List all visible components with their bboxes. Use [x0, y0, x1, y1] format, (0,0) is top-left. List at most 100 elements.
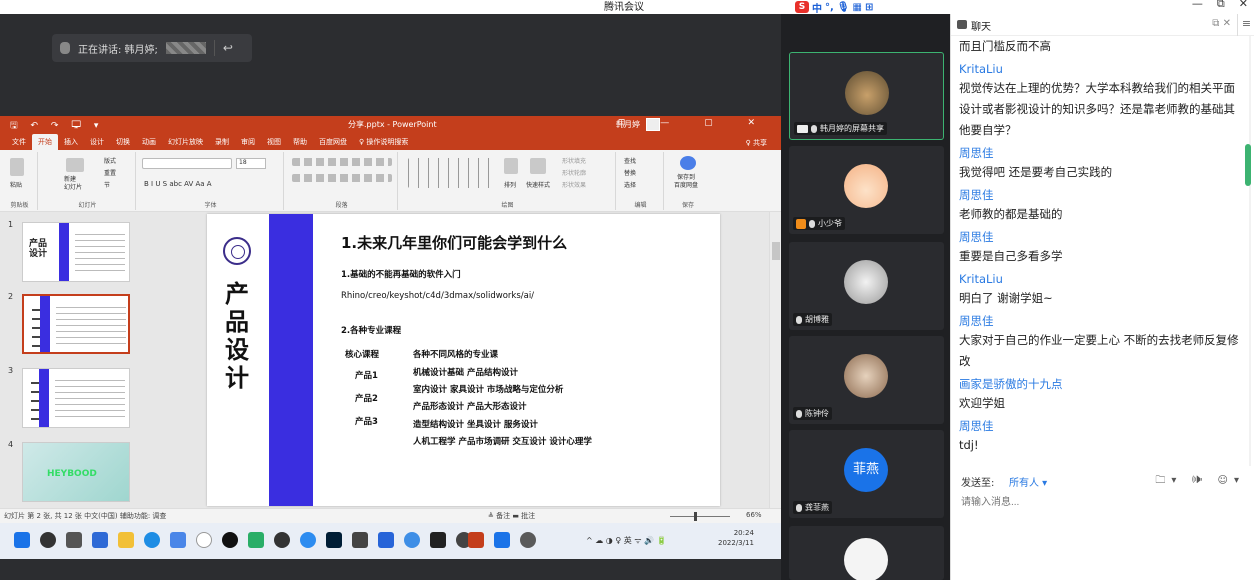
- find-button[interactable]: 查找: [624, 156, 636, 165]
- paste-label[interactable]: 粘贴: [10, 180, 22, 189]
- chat-tools[interactable]: 🗀▾ 🕪 ☺▾: [1155, 473, 1245, 490]
- store-icon[interactable]: [170, 532, 186, 548]
- shape-effect-button[interactable]: 形状效果: [562, 180, 586, 189]
- current-slide[interactable]: 产品设计 1.未来几年里你们可能会学到什么 1.基础的不能再基础的软件入门 Rh…: [207, 214, 720, 506]
- scrollbar-thumb[interactable]: [772, 242, 780, 260]
- font-format-buttons[interactable]: B I U S abc AV Aa A: [144, 180, 212, 188]
- new-slide-icon[interactable]: [66, 158, 84, 172]
- widgets-icon[interactable]: [92, 532, 108, 548]
- tab-design[interactable]: 设计: [84, 134, 110, 150]
- save-to-baidu-button[interactable]: 保存到 百度网盘: [674, 174, 698, 190]
- zoom-level[interactable]: 66%: [746, 511, 762, 519]
- select-button[interactable]: 选择: [624, 180, 636, 189]
- new-slide-button[interactable]: 新建 幻灯片: [64, 176, 82, 192]
- tell-me-search[interactable]: ♀ 操作说明搜索: [353, 134, 414, 150]
- arrange-icon[interactable]: [504, 158, 518, 174]
- start-icon[interactable]: [14, 532, 30, 548]
- baidu-cloud-icon[interactable]: [680, 156, 696, 170]
- ime-toolbar[interactable]: S 中 °, 🎙 ▦ ⊞: [795, 0, 873, 15]
- section-button[interactable]: 节: [104, 180, 110, 189]
- list-buttons[interactable]: [292, 158, 392, 166]
- tab-baidu[interactable]: 百度网盘: [313, 134, 353, 150]
- zoom-slider-knob[interactable]: [694, 512, 697, 521]
- ppt-quick-access[interactable]: 🖫 ↶ ↷ 🖵 ▾: [10, 118, 103, 134]
- maximize-button[interactable]: ⧉: [1217, 0, 1225, 11]
- ime-keyboard-icon[interactable]: ▦: [853, 2, 862, 13]
- close-button[interactable]: ✕: [1239, 0, 1248, 11]
- chrome-icon[interactable]: [196, 532, 212, 548]
- search-icon[interactable]: [40, 532, 56, 548]
- photoshop-icon[interactable]: [326, 532, 342, 548]
- zoom-slider[interactable]: [670, 516, 730, 517]
- system-tray[interactable]: ^ ☁ ◑ ♀ 英 ᯤ 🔊 🔋: [586, 535, 667, 546]
- tab-help[interactable]: 帮助: [287, 134, 313, 150]
- qq-icon[interactable]: [222, 532, 238, 548]
- participant-tile[interactable]: 韩月婷的屏幕共享: [789, 52, 944, 140]
- tab-animations[interactable]: 动画: [136, 134, 162, 150]
- chat-messages[interactable]: 而且门槛反而不高 KritaLiu 视觉传达在上理的优势？大学本科教给我们的相关…: [951, 36, 1247, 466]
- return-icon[interactable]: ↩: [223, 41, 233, 55]
- app-icon[interactable]: [404, 532, 420, 548]
- chat-window-controls[interactable]: ⧉ ✕: [1212, 18, 1231, 29]
- quick-styles-button[interactable]: 快速样式: [526, 180, 550, 189]
- quick-styles-icon[interactable]: [530, 158, 546, 174]
- settings-icon[interactable]: [520, 532, 536, 548]
- tab-slideshow[interactable]: 幻灯片放映: [162, 134, 209, 150]
- app-icon[interactable]: [274, 532, 290, 548]
- powerpoint-icon[interactable]: [468, 532, 484, 548]
- tab-view[interactable]: 视图: [261, 134, 287, 150]
- slide-thumbnail-3[interactable]: [22, 368, 130, 428]
- layout-button[interactable]: 版式: [104, 156, 116, 165]
- arrange-button[interactable]: 排列: [504, 180, 516, 189]
- app-icon[interactable]: [430, 532, 446, 548]
- participant-tile[interactable]: 胡博雅: [789, 242, 944, 330]
- replace-button[interactable]: 替换: [624, 168, 636, 177]
- clock[interactable]: 20:24 2022/3/11: [718, 528, 754, 548]
- tab-transitions[interactable]: 切换: [110, 134, 136, 150]
- tab-home[interactable]: 开始: [32, 134, 58, 150]
- tab-insert[interactable]: 插入: [58, 134, 84, 150]
- share-button[interactable]: ♀ 共享: [746, 138, 767, 148]
- participant-tile[interactable]: 菲燕 龚菲燕: [789, 430, 944, 518]
- tab-review[interactable]: 审阅: [235, 134, 261, 150]
- participant-tile[interactable]: 陈钟伶: [789, 336, 944, 424]
- participants-sidebar[interactable]: 韩月婷的屏幕共享 小少爷 胡博雅 陈钟伶 菲燕 龚菲燕: [781, 14, 950, 580]
- chat-scrollbar-track[interactable]: [1249, 36, 1251, 466]
- tab-file[interactable]: 文件: [6, 134, 32, 150]
- app-icon[interactable]: [378, 532, 394, 548]
- shape-fill-button[interactable]: 形状填充: [562, 156, 586, 165]
- reset-button[interactable]: 重置: [104, 168, 116, 177]
- slide-vertical-scrollbar[interactable]: [769, 212, 781, 508]
- tab-record[interactable]: 录制: [209, 134, 235, 150]
- chat-input[interactable]: [961, 492, 1245, 512]
- font-size-select[interactable]: 18: [236, 158, 266, 169]
- edge-icon[interactable]: [144, 532, 160, 548]
- participant-tile[interactable]: 小少爷: [789, 146, 944, 234]
- slide-thumbnail-2[interactable]: [22, 294, 130, 354]
- minimize-button[interactable]: —: [1192, 0, 1203, 11]
- font-name-select[interactable]: [142, 158, 232, 169]
- shape-outline-button[interactable]: 形状轮廓: [562, 168, 586, 177]
- slide-thumbnail-1[interactable]: 产品 设计: [22, 222, 130, 282]
- ime-punct-icon[interactable]: °,: [825, 2, 834, 13]
- slide-thumbnails-panel[interactable]: 1 产品 设计 2 3 4 HEYBOOD: [0, 212, 150, 508]
- ime-mode[interactable]: 中: [812, 0, 822, 15]
- participant-tile[interactable]: [789, 526, 944, 580]
- file-explorer-icon[interactable]: [118, 532, 134, 548]
- task-view-icon[interactable]: [66, 532, 82, 548]
- slide-thumbnail-4[interactable]: HEYBOOD: [22, 442, 130, 502]
- ime-apps-icon[interactable]: ⊞: [865, 2, 873, 13]
- chat-scrollbar-thumb[interactable]: [1245, 144, 1251, 186]
- status-notes-comments[interactable]: ≜ 备注 ▬ 批注: [488, 511, 535, 521]
- paste-icon[interactable]: [10, 158, 24, 176]
- chat-menu-button[interactable]: ≡: [1237, 14, 1254, 36]
- app-icon[interactable]: [300, 532, 316, 548]
- ppt-window-controls[interactable]: ⊡ — ▢ ✕: [618, 118, 771, 128]
- app-icon[interactable]: [352, 532, 368, 548]
- shapes-gallery[interactable]: [408, 158, 494, 188]
- send-to-dropdown[interactable]: 所有人 ▾: [1009, 474, 1047, 489]
- align-buttons[interactable]: [292, 174, 392, 182]
- wechat-icon[interactable]: [248, 532, 264, 548]
- tencent-meeting-icon[interactable]: [494, 532, 510, 548]
- ime-mic-icon[interactable]: 🎙: [837, 2, 850, 13]
